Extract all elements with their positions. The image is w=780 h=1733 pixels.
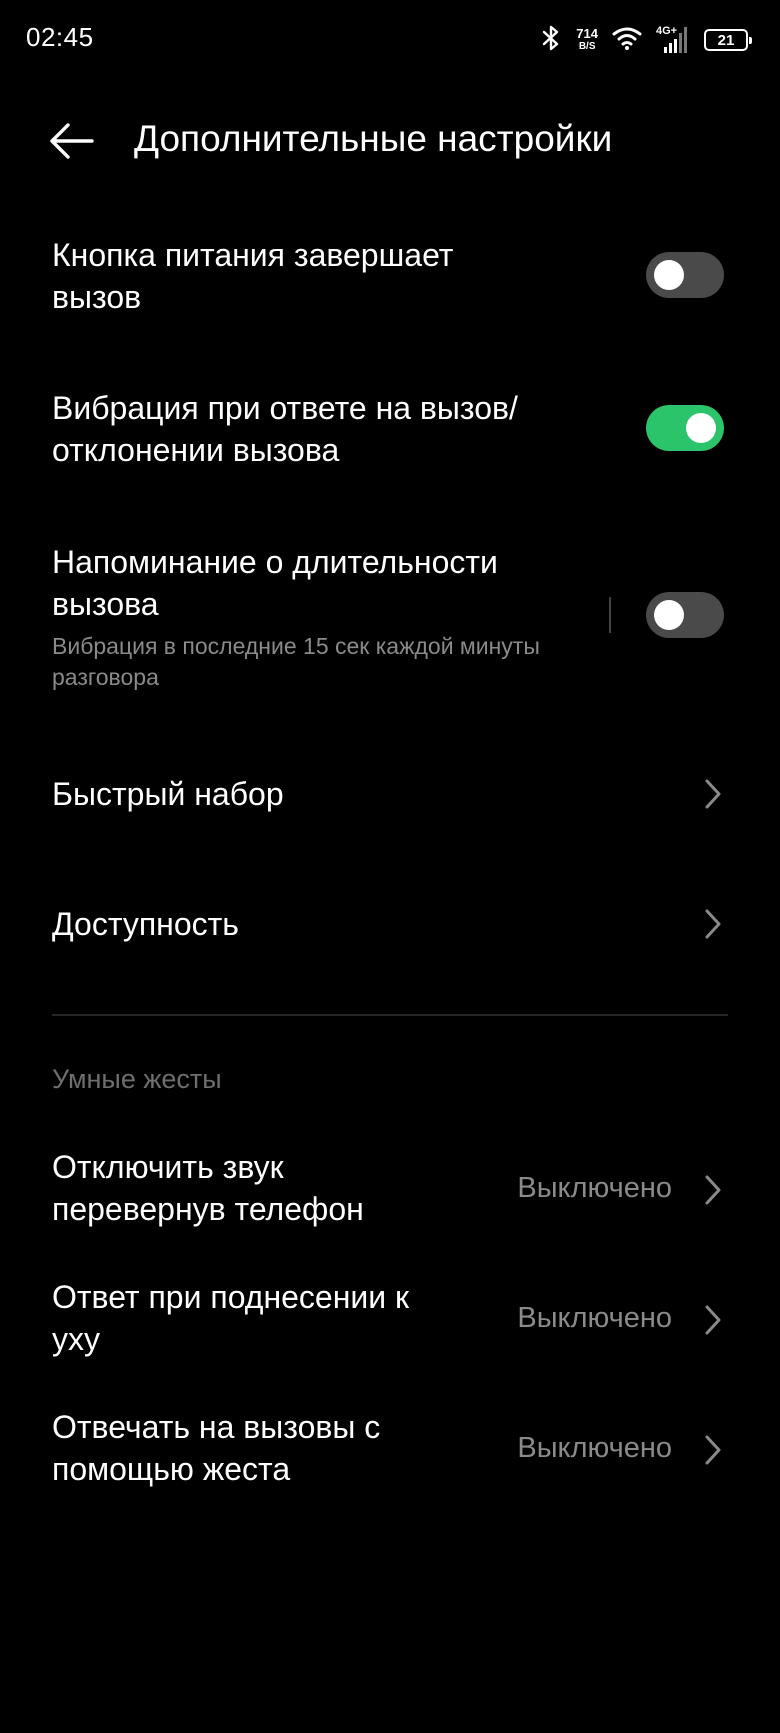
setting-label: Кнопка питания завершает вызов [52,237,454,315]
setting-label: Отключить звук перевернув телефон [52,1149,364,1227]
setting-value: Выключено [517,1172,672,1204]
page-title: Дополнительные настройки [134,118,613,159]
header: Дополнительные настройки [0,100,780,180]
setting-accessibility[interactable]: Доступность [0,888,780,960]
battery-icon: 21 [704,29,752,51]
back-arrow-icon [50,123,94,159]
battery-level: 21 [717,31,735,49]
setting-label: Отвечать на вызовы с помощью жеста [52,1409,381,1487]
chevron-right-icon [705,1175,721,1205]
power-button-ends-call-toggle[interactable] [646,252,724,298]
back-button[interactable] [44,114,98,168]
wifi-icon [612,26,642,55]
setting-label: Вибрация при ответе на вызов/ отклонении… [52,390,518,468]
net-speed: 714 B/S [576,27,598,53]
call-duration-reminder-toggle[interactable] [646,592,724,638]
setting-label: Быстрый набор [52,776,284,812]
chevron-right-icon [705,1435,721,1465]
setting-description: Вибрация в последние 15 сек каждой минут… [52,633,540,690]
vertical-separator [609,597,611,633]
setting-speed-dial[interactable]: Быстрый набор [0,758,780,830]
setting-label: Напоминание о длительности вызова [52,544,498,622]
setting-power-button-ends-call[interactable]: Кнопка питания завершает вызов [0,225,780,325]
section-header-smart-gestures: Умные жесты [52,1064,222,1094]
gesture-item-raise-to-ear[interactable]: Ответ при поднесении к уху Выключено [0,1270,780,1370]
chevron-right-icon [705,909,721,939]
toggle-knob [686,413,716,443]
vibrate-on-answer-toggle[interactable] [646,405,724,451]
toggle-knob [654,600,684,630]
gesture-item-answer-with-gesture[interactable]: Отвечать на вызовы с помощью жеста Выклю… [0,1400,780,1500]
status-time: 02:45 [26,22,94,52]
setting-value: Выключено [517,1432,672,1464]
status-icons: 714 B/S 4G+ 21 [540,20,752,60]
setting-label: Доступность [52,906,239,942]
bluetooth-icon [540,24,562,57]
cellular-signal-icon: 4G+ [656,25,690,55]
setting-label: Ответ при поднесении к уху [52,1279,410,1357]
net-speed-unit: B/S [578,41,596,52]
gesture-item-flip-to-mute[interactable]: Отключить звук перевернув телефон Выключ… [0,1140,780,1240]
setting-vibrate-on-answer[interactable]: Вибрация при ответе на вызов/ отклонении… [0,378,780,478]
setting-call-duration-reminder[interactable]: Напоминание о длительности вызова Вибрац… [0,532,780,702]
setting-value: Выключено [517,1302,672,1334]
chevron-right-icon [705,779,721,809]
section-divider [52,1014,728,1016]
status-bar: 02:45 714 B/S 4G+ 21 [0,0,780,80]
net-speed-value: 714 [576,26,598,41]
chevron-right-icon [705,1305,721,1335]
toggle-knob [654,260,684,290]
